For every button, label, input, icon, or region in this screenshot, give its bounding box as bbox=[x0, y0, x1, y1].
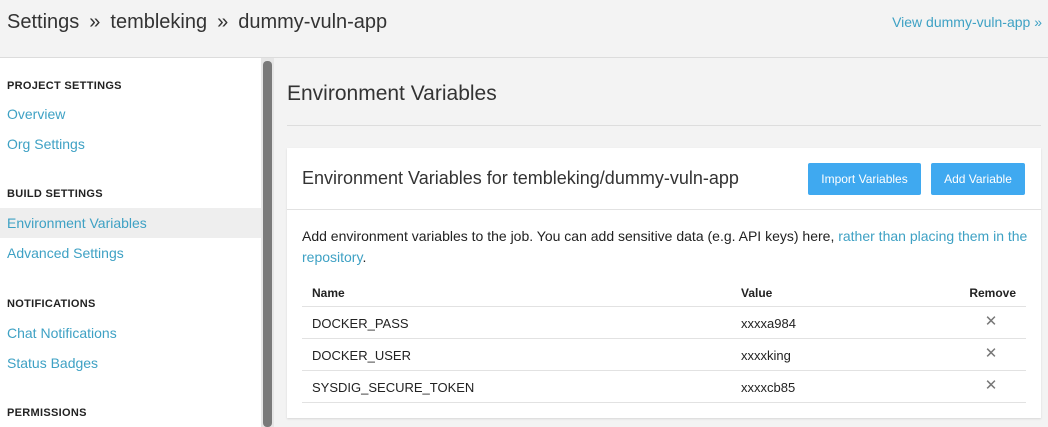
section-heading-build-settings: BUILD SETTINGS bbox=[7, 188, 103, 200]
remove-icon[interactable]: ✕ bbox=[983, 314, 999, 330]
breadcrumb-separator: » bbox=[217, 11, 229, 33]
scrollbar-thumb[interactable] bbox=[263, 61, 272, 427]
env-var-name: DOCKER_USER bbox=[312, 348, 411, 363]
breadcrumb-settings[interactable]: Settings bbox=[7, 11, 79, 33]
section-heading-permissions: PERMISSIONS bbox=[7, 407, 87, 419]
sidebar-item-advanced-settings[interactable]: Advanced Settings bbox=[0, 238, 261, 268]
title-divider bbox=[287, 125, 1041, 126]
sidebar-item-chat-notifications[interactable]: Chat Notifications bbox=[0, 318, 261, 348]
description-text: Add environment variables to the job. Yo… bbox=[302, 228, 839, 244]
table-row: DOCKER_PASS xxxxa984 ✕ bbox=[302, 307, 1026, 339]
table-row: SYSDIG_SECURE_TOKEN xxxxcb85 ✕ bbox=[302, 371, 1026, 403]
import-variables-button[interactable]: Import Variables bbox=[808, 163, 921, 195]
add-variable-button[interactable]: Add Variable bbox=[931, 163, 1025, 195]
remove-icon[interactable]: ✕ bbox=[983, 346, 999, 362]
breadcrumb: Settings » tembleking » dummy-vuln-app bbox=[7, 11, 387, 34]
section-heading-project-settings: PROJECT SETTINGS bbox=[7, 80, 122, 92]
sidebar-item-environment-variables[interactable]: Environment Variables bbox=[0, 208, 261, 238]
env-var-value: xxxxcb85 bbox=[741, 380, 796, 395]
env-var-value: xxxxking bbox=[741, 348, 791, 363]
sidebar-item-org-settings[interactable]: Org Settings bbox=[0, 129, 261, 159]
breadcrumb-separator: » bbox=[89, 11, 101, 33]
sidebar-item-status-badges[interactable]: Status Badges bbox=[0, 348, 261, 378]
description-end: . bbox=[362, 249, 367, 265]
env-var-name: SYSDIG_SECURE_TOKEN bbox=[312, 380, 475, 395]
table-header-row: Name Value Remove bbox=[302, 281, 1026, 307]
env-vars-panel: Environment Variables for tembleking/dum… bbox=[287, 148, 1041, 418]
column-header-name: Name bbox=[312, 286, 345, 300]
env-var-name: DOCKER_PASS bbox=[312, 316, 409, 331]
panel-description: Add environment variables to the job. Yo… bbox=[302, 226, 1032, 268]
view-project-link[interactable]: View dummy-vuln-app » bbox=[892, 14, 1042, 30]
env-vars-table: Name Value Remove DOCKER_PASS xxxxa984 ✕… bbox=[302, 281, 1026, 403]
env-var-value: xxxxa984 bbox=[741, 316, 796, 331]
panel-header: Environment Variables for tembleking/dum… bbox=[287, 148, 1041, 210]
column-header-value: Value bbox=[741, 286, 773, 300]
main-content: Environment Variables Environment Variab… bbox=[274, 58, 1048, 427]
table-row: DOCKER_USER xxxxking ✕ bbox=[302, 339, 1026, 371]
section-heading-notifications: NOTIFICATIONS bbox=[7, 298, 96, 310]
page-title: Environment Variables bbox=[287, 82, 497, 105]
panel-title: Environment Variables for tembleking/dum… bbox=[302, 168, 739, 188]
breadcrumb-project[interactable]: dummy-vuln-app bbox=[238, 11, 387, 33]
breadcrumb-org[interactable]: tembleking bbox=[110, 11, 207, 33]
sidebar: PROJECT SETTINGS Overview Org Settings B… bbox=[0, 58, 261, 427]
top-bar: Settings » tembleking » dummy-vuln-app View … bbox=[0, 0, 1048, 58]
remove-icon[interactable]: ✕ bbox=[983, 378, 999, 394]
sidebar-item-overview[interactable]: Overview bbox=[0, 99, 261, 129]
column-header-remove: Remove bbox=[969, 286, 1016, 300]
sidebar-scrollbar[interactable] bbox=[261, 58, 274, 427]
